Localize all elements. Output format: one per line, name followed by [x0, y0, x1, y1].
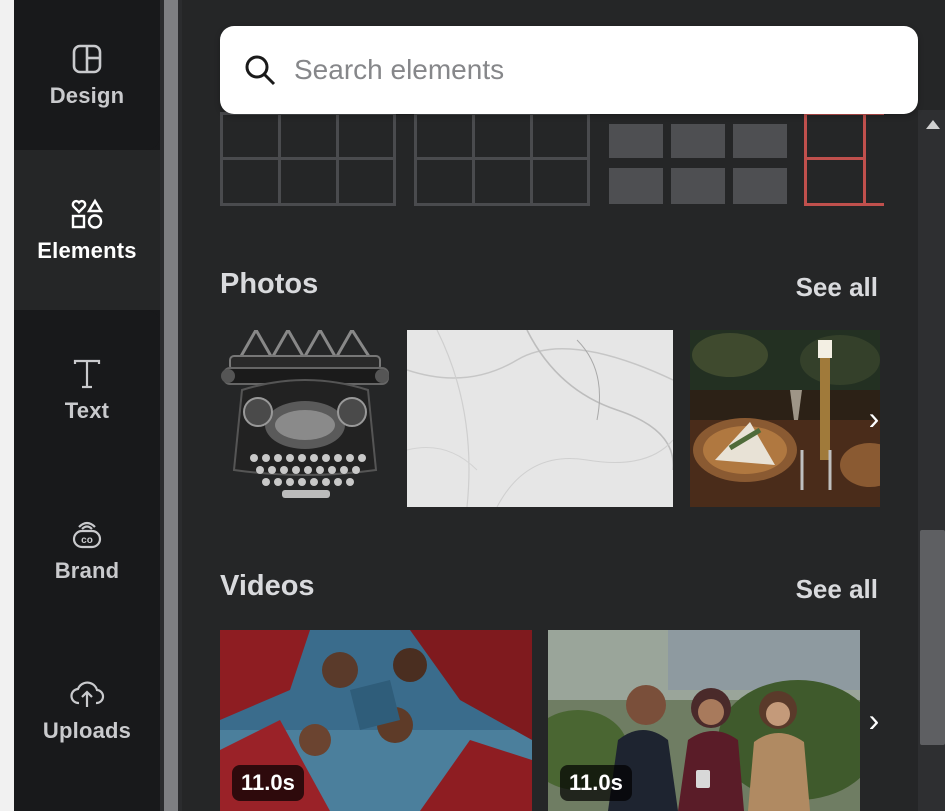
resize-handle[interactable]: [164, 0, 178, 811]
grid-thumbnail[interactable]: [414, 112, 590, 206]
search-bar[interactable]: [220, 26, 918, 114]
app-window: Design Elements Text co Brand Uploads Se…: [0, 0, 945, 811]
duration-badge: 11.0s: [560, 765, 632, 801]
nav-label: Text: [64, 398, 110, 423]
duration-badge: 11.0s: [232, 765, 304, 801]
nav-label: Brand: [54, 558, 120, 583]
videos-see-all-link[interactable]: See all: [796, 574, 878, 605]
photos-title: Photos: [220, 268, 319, 300]
chevron-right-icon: ›: [868, 399, 880, 436]
shapes-icon: [71, 198, 104, 229]
nav-item-elements[interactable]: Elements: [14, 150, 160, 310]
photo-typewriter[interactable]: [220, 330, 390, 507]
nav-label: Uploads: [42, 718, 132, 743]
photos-see-all-link[interactable]: See all: [796, 272, 878, 303]
grid-thumbnail[interactable]: [609, 112, 787, 206]
chevron-right-icon: ›: [868, 701, 880, 738]
layout-icon: [72, 44, 102, 74]
videos-next-button[interactable]: ›: [857, 690, 891, 750]
scroll-up-arrow-icon[interactable]: [926, 120, 940, 129]
video-thumbnail[interactable]: 11.0s: [548, 630, 860, 811]
text-t-icon: [73, 359, 101, 389]
nav-label: Elements: [37, 238, 137, 263]
svg-text:co: co: [81, 535, 93, 546]
grid-thumbnail[interactable]: [804, 112, 884, 206]
nav-item-text[interactable]: Text: [14, 310, 160, 470]
nav-item-brand[interactable]: co Brand: [14, 470, 160, 630]
videos-title: Videos: [220, 570, 315, 602]
nav-label: Design: [49, 83, 125, 108]
grid-thumbnail[interactable]: [220, 112, 396, 206]
search-icon: [245, 55, 276, 86]
nav-item-design[interactable]: Design: [14, 0, 160, 150]
scrollbar-thumb[interactable]: [920, 530, 945, 745]
side-nav: Design Elements Text co Brand Uploads: [14, 0, 160, 811]
search-input[interactable]: [294, 54, 854, 86]
photos-next-button[interactable]: ›: [857, 388, 891, 448]
brand-crown-icon: co: [72, 521, 102, 549]
cloud-upload-icon: [70, 681, 105, 707]
photo-table-setting[interactable]: [690, 330, 880, 507]
nav-item-uploads[interactable]: Uploads: [14, 630, 160, 790]
photo-marble[interactable]: [407, 330, 673, 507]
elements-panel: Photos See all: [182, 0, 945, 811]
video-thumbnail[interactable]: 11.0s: [220, 630, 532, 811]
